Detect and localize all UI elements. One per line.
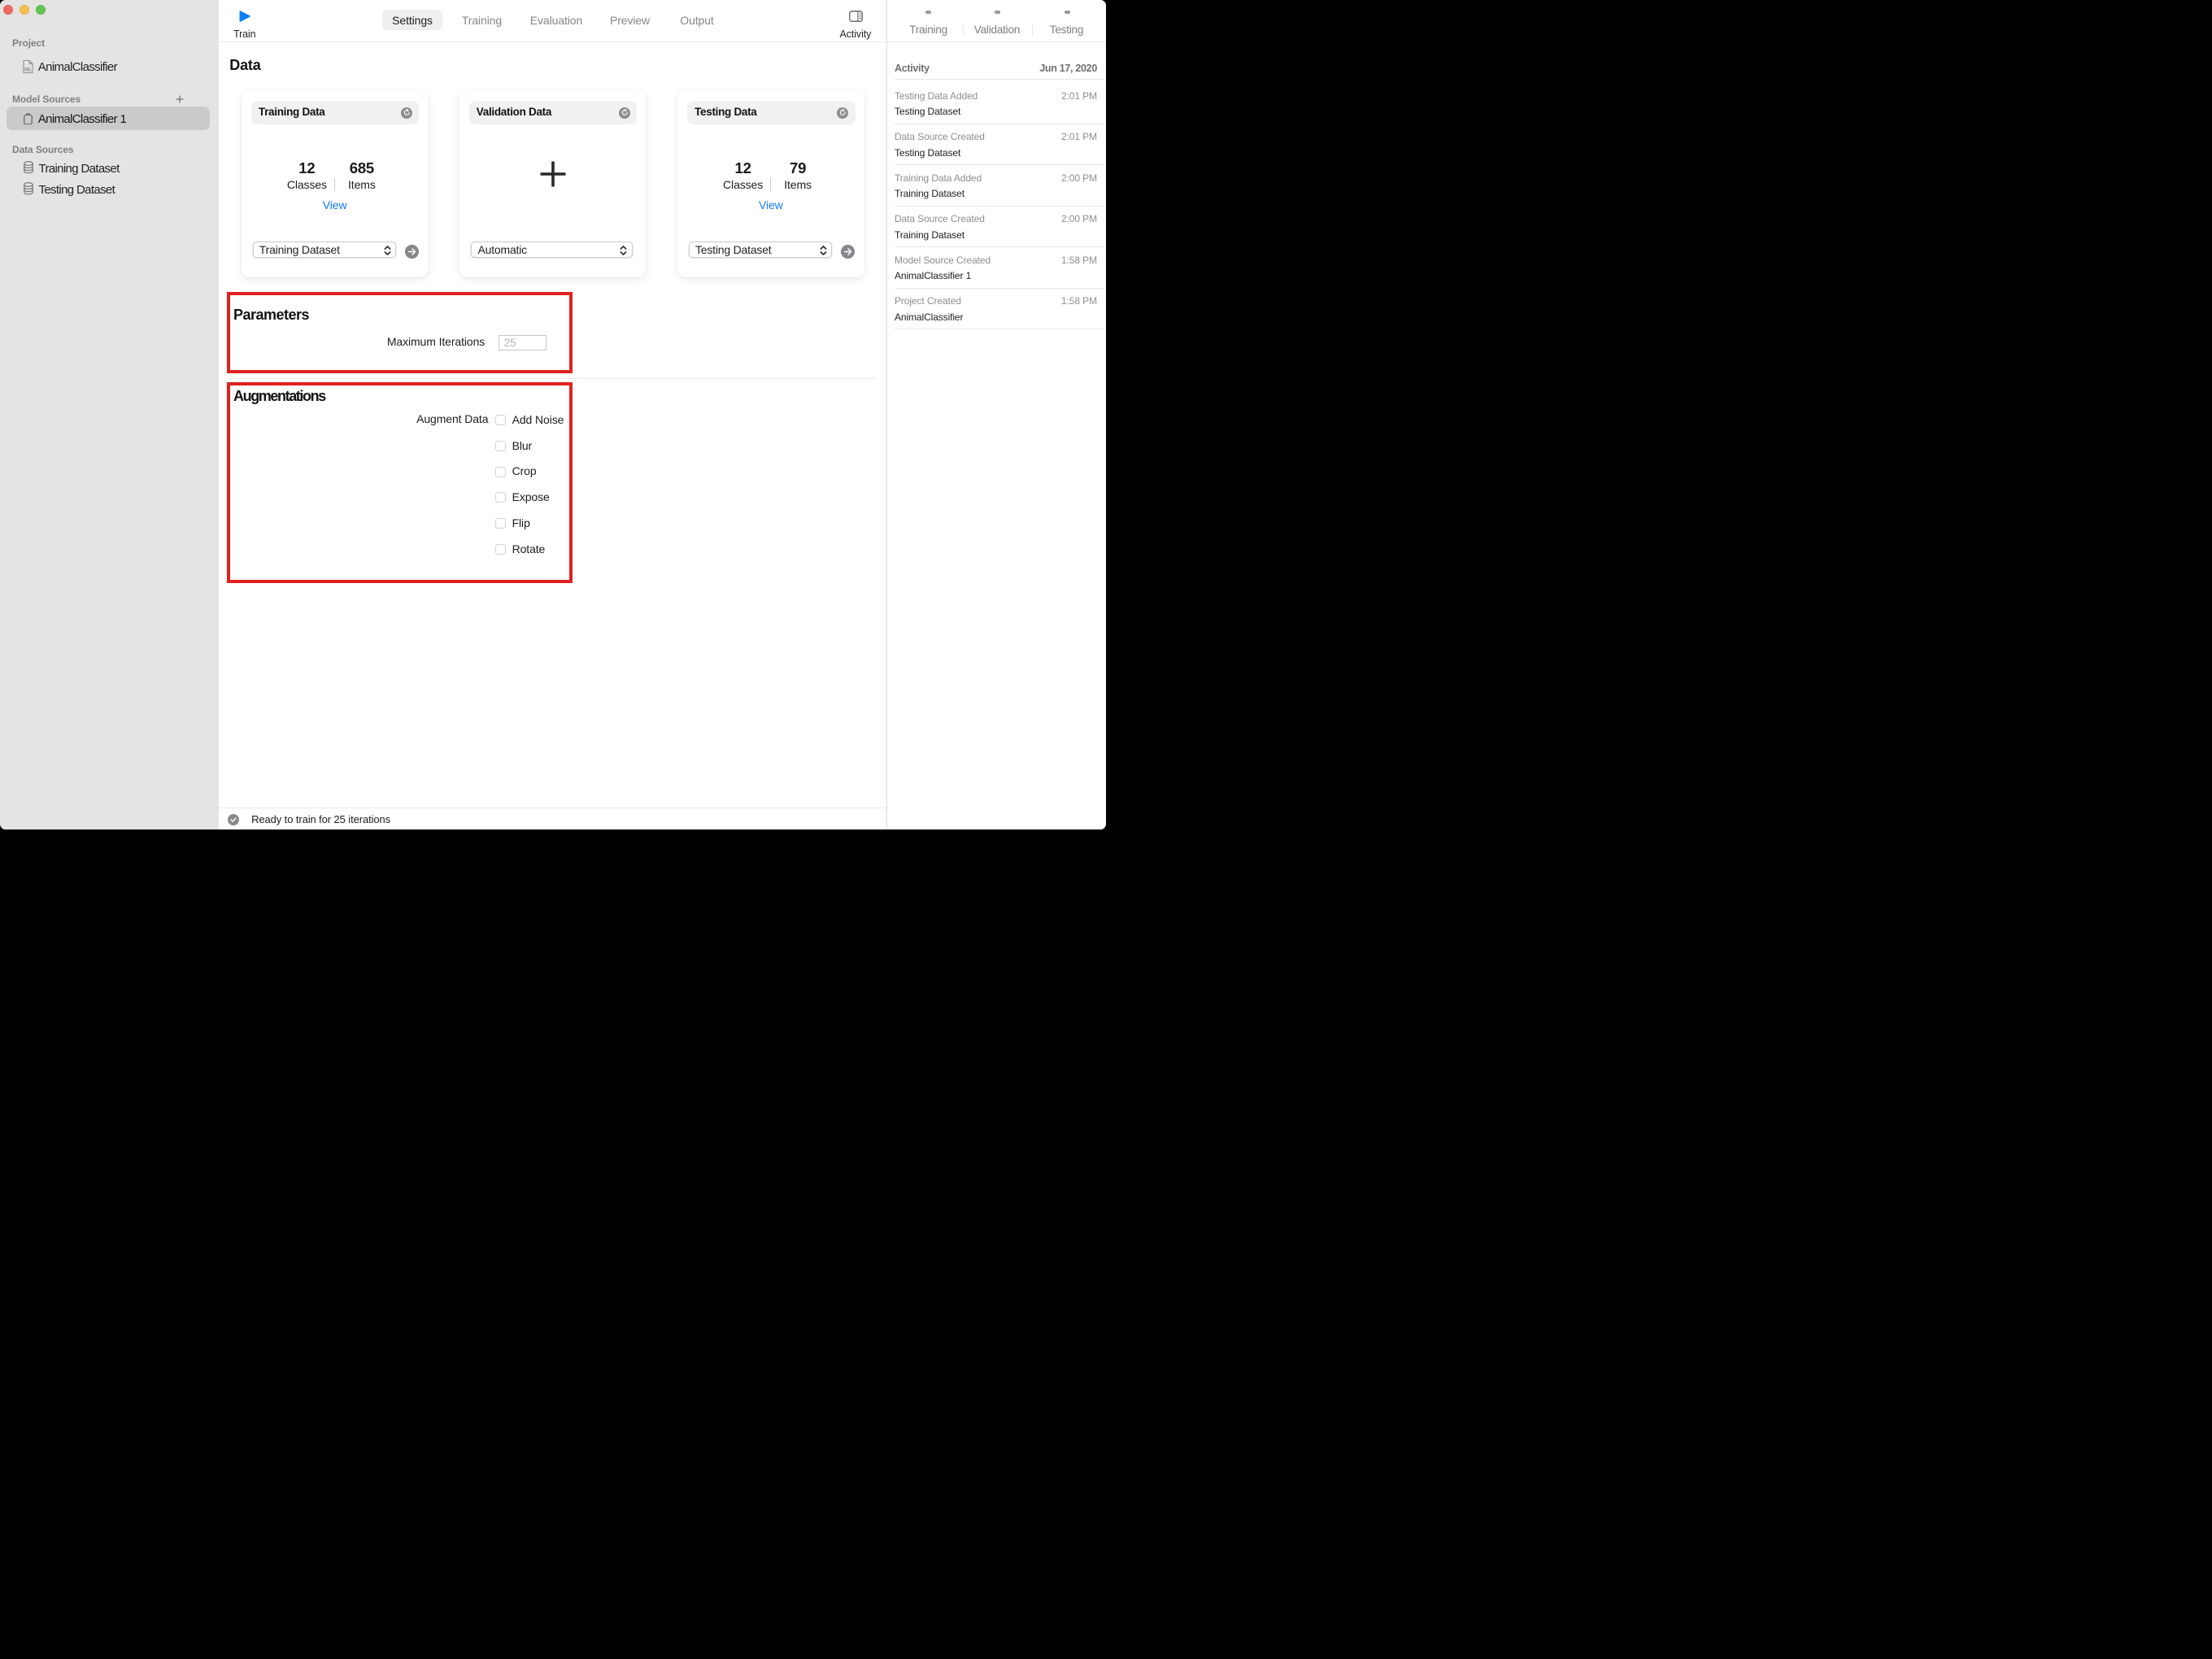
svg-text:ML: ML bbox=[24, 67, 32, 72]
